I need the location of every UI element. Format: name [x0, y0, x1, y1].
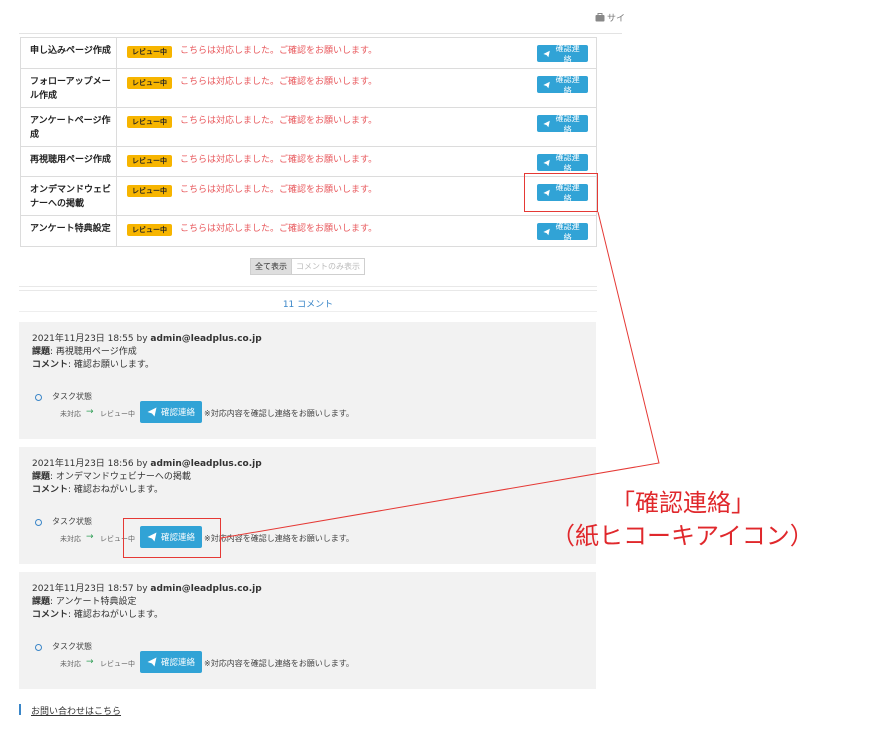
annotation-lines: [220, 211, 660, 539]
annotation-subtitle: （紙ヒコーキアイコン）: [551, 522, 814, 550]
annotation-title: 「確認連絡」: [611, 489, 755, 517]
annotation-leader-line: [220, 211, 660, 539]
